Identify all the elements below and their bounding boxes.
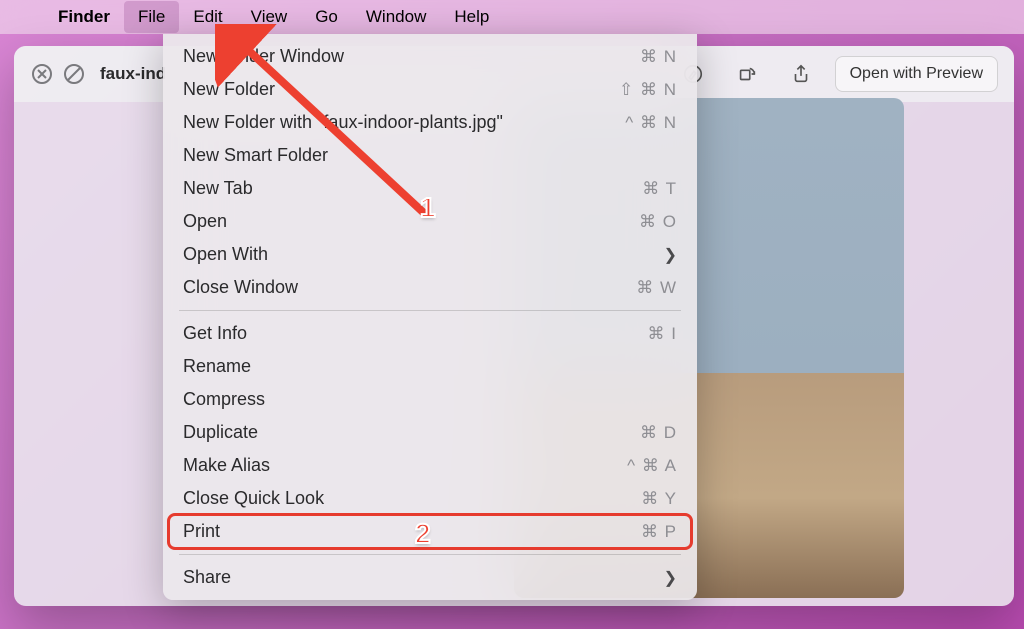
share-icon[interactable] <box>781 56 821 92</box>
menubar-go[interactable]: Go <box>301 1 352 33</box>
shortcut: ⇧ ⌘ N <box>619 80 677 100</box>
menu-close-window[interactable]: Close Window⌘ W <box>169 271 691 304</box>
menubar-app-name[interactable]: Finder <box>44 1 124 33</box>
menu-separator <box>179 310 681 311</box>
menu-new-tab[interactable]: New Tab⌘ T <box>169 172 691 205</box>
shortcut: ^ ⌘ A <box>627 456 677 476</box>
menu-get-info[interactable]: Get Info⌘ I <box>169 317 691 350</box>
shortcut: ⌘ N <box>640 47 677 67</box>
open-with-preview-button[interactable]: Open with Preview <box>835 56 998 92</box>
menu-compress[interactable]: Compress <box>169 383 691 416</box>
menu-separator <box>179 554 681 555</box>
menu-make-alias[interactable]: Make Alias^ ⌘ A <box>169 449 691 482</box>
menu-new-folder-with[interactable]: New Folder with "faux-indoor-plants.jpg"… <box>169 106 691 139</box>
quicklook-title: faux-ind <box>100 64 166 84</box>
prohibit-icon[interactable] <box>62 62 86 86</box>
menubar-window[interactable]: Window <box>352 1 440 33</box>
menu-rename[interactable]: Rename <box>169 350 691 383</box>
menu-open-with[interactable]: Open With❯ <box>169 238 691 271</box>
chevron-right-icon: ❯ <box>664 568 677 588</box>
menu-share[interactable]: Share❯ <box>169 561 691 594</box>
menubar-help[interactable]: Help <box>440 1 503 33</box>
shortcut: ⌘ O <box>639 212 677 232</box>
menu-new-finder-window[interactable]: New Finder Window⌘ N <box>169 40 691 73</box>
shortcut: ⌘ Y <box>641 489 677 509</box>
shortcut: ^ ⌘ N <box>625 113 677 133</box>
menubar-file[interactable]: File <box>124 1 179 33</box>
menu-new-smart-folder[interactable]: New Smart Folder <box>169 139 691 172</box>
menubar-view[interactable]: View <box>237 1 302 33</box>
menu-print[interactable]: Print⌘ P <box>169 515 691 548</box>
close-icon[interactable] <box>30 62 54 86</box>
chevron-right-icon: ❯ <box>664 245 677 265</box>
shortcut: ⌘ T <box>642 179 677 199</box>
menu-open[interactable]: Open⌘ O <box>169 205 691 238</box>
menu-new-folder[interactable]: New Folder⇧ ⌘ N <box>169 73 691 106</box>
shortcut: ⌘ W <box>636 278 677 298</box>
shortcut: ⌘ P <box>641 522 677 542</box>
file-menu-dropdown: New Finder Window⌘ N New Folder⇧ ⌘ N New… <box>163 34 697 600</box>
menubar: Finder File Edit View Go Window Help <box>0 0 1024 34</box>
menu-duplicate[interactable]: Duplicate⌘ D <box>169 416 691 449</box>
menubar-edit[interactable]: Edit <box>179 1 236 33</box>
shortcut: ⌘ I <box>648 324 677 344</box>
rotate-icon[interactable] <box>727 56 767 92</box>
menu-close-quick-look[interactable]: Close Quick Look⌘ Y <box>169 482 691 515</box>
shortcut: ⌘ D <box>640 423 677 443</box>
